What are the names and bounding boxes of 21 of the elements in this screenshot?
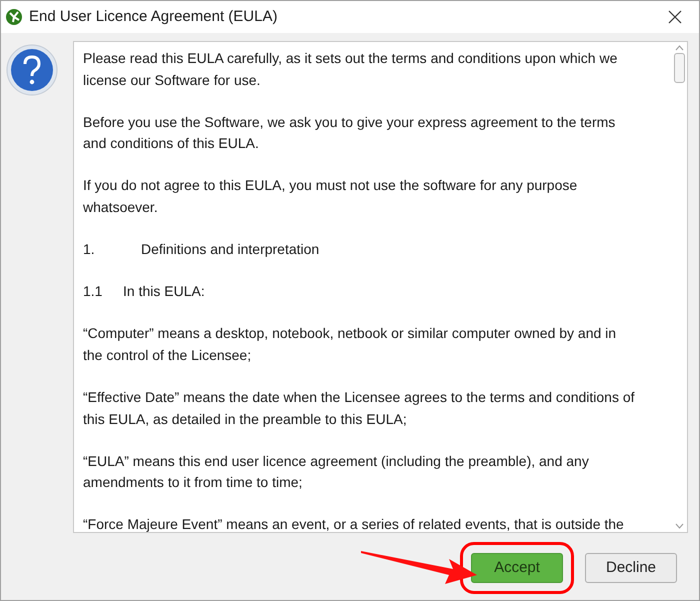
- paragraph: Please read this EULA carefully, as it sets out the terms and conditions upon which we license our Software for use.: [83, 49, 618, 90]
- decline-button[interactable]: Decline: [585, 553, 677, 583]
- paragraph: If you do not agree to this EULA, you must not use the software for any purpose whatsoever.: [83, 176, 578, 217]
- window-title: End User Licence Agreement (EULA): [29, 6, 278, 27]
- section-text: In this EULA:: [123, 282, 205, 302]
- paragraph: “Force Majeure Event” means an event, or a series of related events, that is outside the: [83, 515, 625, 532]
- scroll-thumb[interactable]: [674, 53, 684, 83]
- paragraph: Before you use the Software, we ask you to give your express agreement to the terms and conditions of this EULA.: [83, 112, 616, 154]
- paragraph: “EULA” means this end user licence agreement (including the preamble), and any amendments to it from time to time;: [83, 452, 590, 492]
- accept-button[interactable]: Accept: [471, 553, 563, 583]
- scroll-down-icon[interactable]: [674, 523, 684, 529]
- close-icon: [668, 10, 682, 24]
- question-icon: [6, 44, 58, 96]
- section-number: 1.: [83, 240, 96, 260]
- app-icon: [5, 8, 23, 26]
- eula-text-area[interactable]: [73, 41, 688, 533]
- section-number: 1.1: [83, 282, 104, 302]
- section-heading: Definitions and interpretation: [141, 240, 320, 260]
- paragraph: “Effective Date” means the date when the Licensee agrees to the terms and conditions of this EULA, as detailed in the preamble to this EULA;: [83, 388, 636, 429]
- paragraph: “Computer” means a desktop, notebook, netbook or similar computer owned by and in the control of the Licensee;: [83, 324, 618, 365]
- scroll-up-icon[interactable]: [674, 45, 684, 51]
